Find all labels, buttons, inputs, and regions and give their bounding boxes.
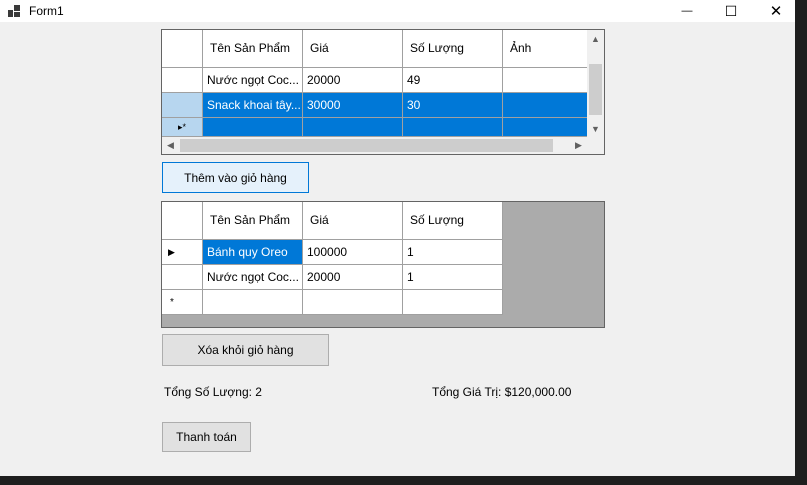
maximize-button[interactable]: ☐	[708, 0, 754, 22]
cell-name[interactable]: Bánh quy Oreo	[203, 240, 303, 265]
scroll-left-arrow-icon[interactable]: ◀	[162, 137, 179, 154]
background-editor-strip	[795, 22, 807, 476]
cart-grid[interactable]: Tên Sản Phẩm Giá Số Lượng ▶ Bánh quy Ore…	[161, 201, 605, 328]
column-header-image[interactable]: Ảnh	[503, 30, 588, 68]
total-quantity-label: Tổng Số Lượng: 2	[164, 385, 262, 399]
horizontal-scrollbar[interactable]: ◀ ▶	[162, 137, 587, 154]
new-row-cell[interactable]	[403, 118, 503, 137]
cell-name[interactable]: Nước ngọt Coc...	[203, 68, 303, 93]
new-row-cell[interactable]	[203, 118, 303, 137]
new-row-marker[interactable]: *	[162, 290, 203, 315]
checkout-button[interactable]: Thanh toán	[162, 422, 251, 452]
cell-quantity[interactable]: 30	[403, 93, 503, 118]
cell-quantity[interactable]: 49	[403, 68, 503, 93]
scroll-down-arrow-icon[interactable]: ▼	[587, 120, 604, 137]
new-row-cell[interactable]	[503, 118, 588, 137]
close-button[interactable]: ✕	[753, 0, 799, 22]
cell-name[interactable]: Snack khoai tây...	[203, 93, 303, 118]
scrollbar-thumb[interactable]	[589, 64, 602, 115]
window-title: Form1	[29, 4, 64, 18]
scroll-corner	[587, 137, 604, 154]
add-to-cart-button[interactable]: Thêm vào giỏ hàng	[162, 162, 309, 193]
minimize-icon: —	[681, 5, 693, 17]
row-header-corner	[162, 30, 203, 68]
scroll-up-arrow-icon[interactable]: ▲	[587, 30, 604, 47]
cell-quantity[interactable]: 1	[403, 240, 503, 265]
column-header-quantity[interactable]: Số Lượng	[403, 202, 503, 240]
title-bar[interactable]: Form1 — ☐ ✕	[0, 0, 795, 22]
cell-price[interactable]: 100000	[303, 240, 403, 265]
cell-image[interactable]	[503, 68, 588, 93]
cell-price[interactable]: 30000	[303, 93, 403, 118]
scrollbar-thumb[interactable]	[180, 139, 553, 152]
cell-price[interactable]: 20000	[303, 265, 403, 290]
row-header[interactable]	[162, 265, 203, 290]
column-header-price[interactable]: Giá	[303, 202, 403, 240]
remove-from-cart-button[interactable]: Xóa khỏi giỏ hàng	[162, 334, 329, 366]
scroll-right-arrow-icon[interactable]: ▶	[570, 137, 587, 154]
column-header-quantity[interactable]: Số Lượng	[403, 30, 503, 68]
maximize-icon: ☐	[724, 2, 738, 19]
cell-price[interactable]: 20000	[303, 68, 403, 93]
app-icon	[8, 5, 20, 17]
current-row-marker[interactable]: ▶	[162, 240, 203, 265]
total-value-label: Tổng Giá Trị: $120,000.00	[432, 385, 572, 399]
row-header[interactable]	[162, 68, 203, 93]
vertical-scrollbar[interactable]: ▲ ▼	[587, 30, 604, 137]
products-grid[interactable]: Tên Sản Phẩm Giá Số Lượng Ảnh Nước ngọt …	[161, 29, 605, 155]
close-icon: ✕	[769, 3, 783, 20]
cell-name[interactable]: Nước ngọt Coc...	[203, 265, 303, 290]
cell-image[interactable]	[503, 93, 588, 118]
row-header-corner	[162, 202, 203, 240]
new-row-cell[interactable]	[303, 290, 403, 315]
new-row-marker[interactable]: ▸*	[162, 118, 203, 137]
minimize-button[interactable]: —	[664, 0, 710, 22]
background-editor-strip	[0, 476, 807, 485]
cell-quantity[interactable]: 1	[403, 265, 503, 290]
column-header-name[interactable]: Tên Sản Phẩm	[203, 202, 303, 240]
row-header-selected[interactable]	[162, 93, 203, 118]
column-header-price[interactable]: Giá	[303, 30, 403, 68]
new-row-cell[interactable]	[303, 118, 403, 137]
column-header-name[interactable]: Tên Sản Phẩm	[203, 30, 303, 68]
main-window: Form1 — ☐ ✕ Tên Sản Phẩm Giá Số Lượng Ản…	[0, 0, 795, 476]
new-row-cell[interactable]	[403, 290, 503, 315]
new-row-cell[interactable]	[203, 290, 303, 315]
